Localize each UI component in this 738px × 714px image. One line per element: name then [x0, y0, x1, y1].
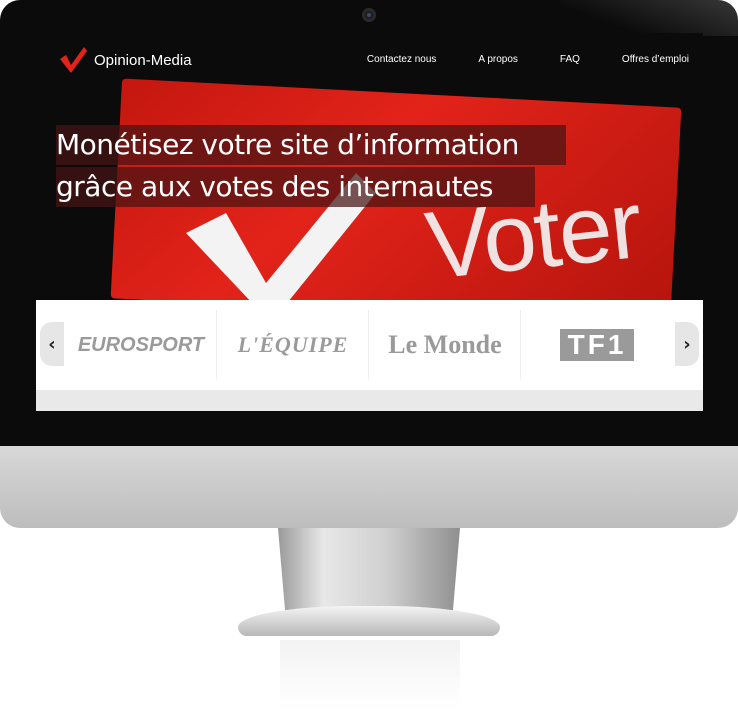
site-logo[interactable]: Opinion-Media	[58, 45, 192, 75]
carousel-prev-button[interactable]: ‹	[40, 322, 64, 366]
top-navigation: Opinion-Media Contactez nous A propos FA…	[36, 33, 703, 91]
hero-banner: Voter Opinion-Media Contactez nous A pro…	[36, 33, 703, 300]
partner-logo-lemonde-text: Le Monde	[388, 330, 502, 359]
monitor-bezel: Voter Opinion-Media Contactez nous A pro…	[0, 0, 738, 446]
partner-logo-lemonde[interactable]: Le Monde	[370, 310, 521, 380]
site-name: Opinion-Media	[94, 51, 192, 69]
checkmark-icon	[60, 47, 87, 73]
hero-headline: Monétisez votre site d’information grâce…	[56, 125, 566, 207]
nav-contact[interactable]: Contactez nous	[367, 54, 437, 65]
stand-neck	[278, 528, 460, 613]
partner-logo-eurosport[interactable]: EUROSPORT	[66, 310, 217, 380]
bezel-gloss	[560, 0, 738, 36]
partner-logo-eurosport-text: EUROSPORT	[77, 333, 205, 356]
camera-icon	[362, 8, 376, 22]
website-screen: Voter Opinion-Media Contactez nous A pro…	[36, 33, 703, 411]
stand-foot	[238, 606, 500, 636]
partner-logo-lequipe-text: L'ÉQUIPE	[237, 332, 349, 357]
stand-reflection	[280, 640, 460, 710]
partner-logo-lequipe[interactable]: L'ÉQUIPE	[218, 310, 369, 380]
nav-links: Contactez nous A propos FAQ Offres d’emp…	[325, 54, 689, 65]
page-divider	[36, 390, 703, 411]
nav-jobs[interactable]: Offres d’emploi	[622, 54, 689, 65]
partner-logo-tf1[interactable]: TF1	[522, 310, 672, 380]
chevron-right-icon: ›	[683, 333, 691, 355]
monitor-chin	[0, 446, 738, 528]
headline-line-2: grâce aux votes des internautes	[56, 167, 535, 207]
partner-logo-carousel: ‹ EUROSPORT L'ÉQUIPE Le Monde TF1 ›	[36, 300, 703, 390]
monitor-stand	[238, 528, 500, 638]
partner-logo-tf1-text: TF1	[559, 329, 635, 361]
headline-line-1: Monétisez votre site d’information	[56, 125, 566, 165]
carousel-next-button[interactable]: ›	[675, 322, 699, 366]
nav-about[interactable]: A propos	[478, 54, 517, 65]
nav-faq[interactable]: FAQ	[560, 54, 580, 65]
chevron-left-icon: ‹	[48, 333, 56, 355]
